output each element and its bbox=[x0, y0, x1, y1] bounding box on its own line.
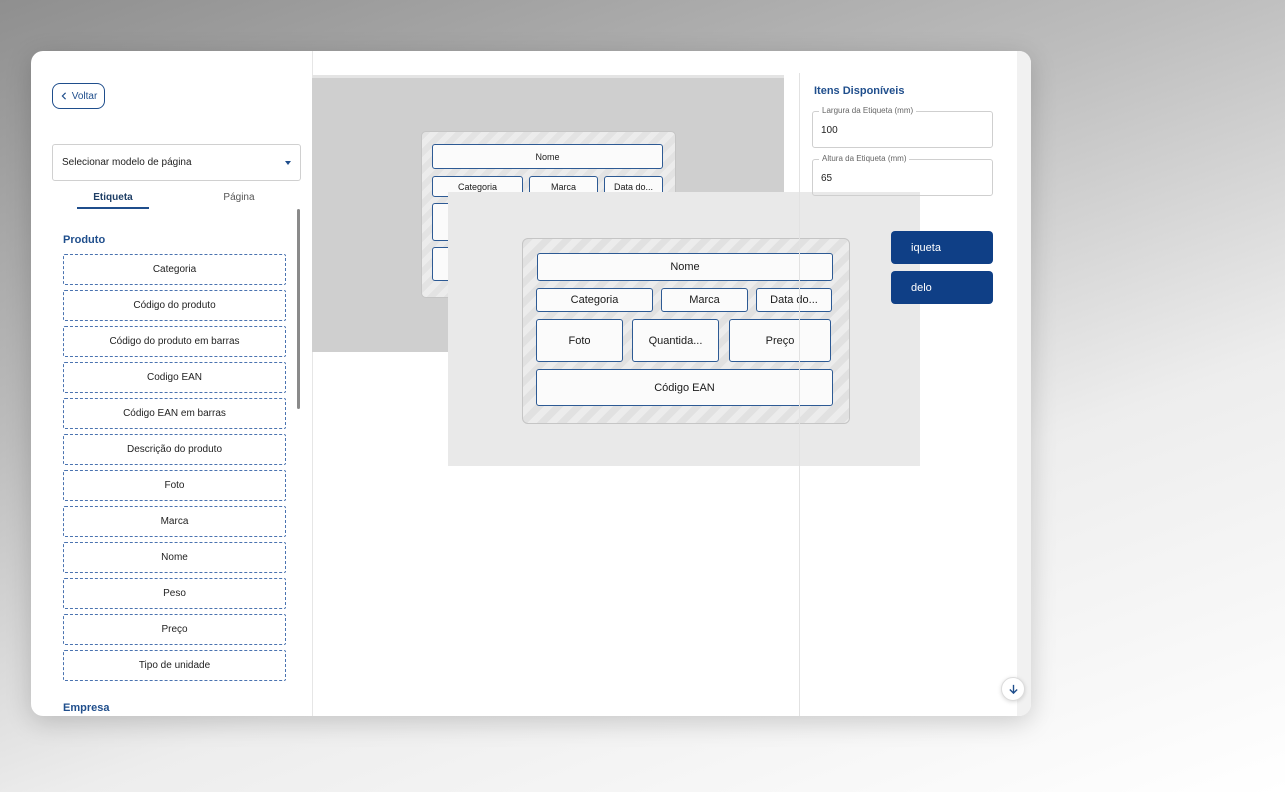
tab-etiqueta[interactable]: Etiqueta bbox=[77, 192, 149, 209]
zoom-cell-codigo-ean[interactable]: Código EAN bbox=[536, 369, 833, 406]
app-window: Voltar Selecionar modelo de página Etiqu… bbox=[31, 51, 1031, 716]
chevron-left-icon bbox=[61, 92, 66, 100]
label-zoom-preview: Nome Categoria Marca Data do... Foto Qua… bbox=[522, 238, 850, 424]
scroll-down-button[interactable] bbox=[1001, 677, 1025, 701]
field-item-foto[interactable]: Foto bbox=[63, 470, 286, 501]
produto-field-list: Categoria Código do produto Código do pr… bbox=[63, 254, 286, 686]
arrow-down-icon bbox=[1008, 684, 1018, 694]
zoom-cell-data[interactable]: Data do... bbox=[756, 288, 832, 312]
back-button-label: Voltar bbox=[71, 90, 98, 102]
fields-panel: Voltar Selecionar modelo de página Etiqu… bbox=[31, 51, 312, 716]
available-items-title: Itens Disponíveis bbox=[814, 85, 905, 97]
divider bbox=[799, 73, 800, 716]
label-width-field[interactable]: Largura da Etiqueta (mm) 100 bbox=[812, 106, 993, 148]
zoom-cell-marca[interactable]: Marca bbox=[661, 288, 748, 312]
label-zoom-overlay: Nome Categoria Marca Data do... Foto Qua… bbox=[448, 192, 920, 466]
label-height-field[interactable]: Altura da Etiqueta (mm) 65 bbox=[812, 154, 993, 196]
model-action-button[interactable]: delo bbox=[891, 271, 993, 304]
label-cell-nome[interactable]: Nome bbox=[432, 144, 663, 169]
field-item-preco[interactable]: Preço bbox=[63, 614, 286, 645]
page-model-select[interactable]: Selecionar modelo de página bbox=[52, 144, 301, 181]
section-title-empresa: Empresa bbox=[63, 702, 110, 714]
zoom-cell-foto[interactable]: Foto bbox=[536, 319, 623, 362]
field-item-peso[interactable]: Peso bbox=[63, 578, 286, 609]
field-item-codigo-produto-barras[interactable]: Código do produto em barras bbox=[63, 326, 286, 357]
zoom-cell-categoria[interactable]: Categoria bbox=[536, 288, 653, 312]
window-scroll-track bbox=[1017, 51, 1031, 716]
label-action-button[interactable]: iqueta bbox=[891, 231, 993, 264]
zoom-cell-preco[interactable]: Preço bbox=[729, 319, 831, 362]
back-button[interactable]: Voltar bbox=[52, 83, 105, 109]
label-width-value: 100 bbox=[821, 125, 838, 136]
field-item-marca[interactable]: Marca bbox=[63, 506, 286, 537]
field-item-codigo-ean-barras[interactable]: Código EAN em barras bbox=[63, 398, 286, 429]
section-title-produto: Produto bbox=[63, 234, 106, 246]
zoom-cell-quantidade[interactable]: Quantida... bbox=[632, 319, 719, 362]
field-item-nome[interactable]: Nome bbox=[63, 542, 286, 573]
label-height-value: 65 bbox=[821, 173, 833, 184]
page-model-select-value: Selecionar modelo de página bbox=[62, 157, 192, 168]
tab-pagina[interactable]: Página bbox=[203, 192, 275, 203]
field-item-tipo-unidade[interactable]: Tipo de unidade bbox=[63, 650, 286, 681]
field-item-descricao-produto[interactable]: Descrição do produto bbox=[63, 434, 286, 465]
caret-down-icon bbox=[285, 161, 291, 165]
fields-scrollbar[interactable] bbox=[297, 209, 300, 409]
field-item-codigo-ean[interactable]: Codigo EAN bbox=[63, 362, 286, 393]
label-height-legend: Altura da Etiqueta (mm) bbox=[819, 154, 910, 163]
field-item-codigo-produto[interactable]: Código do produto bbox=[63, 290, 286, 321]
zoom-cell-nome[interactable]: Nome bbox=[537, 253, 833, 281]
field-item-categoria[interactable]: Categoria bbox=[63, 254, 286, 285]
label-width-legend: Largura da Etiqueta (mm) bbox=[819, 106, 917, 115]
